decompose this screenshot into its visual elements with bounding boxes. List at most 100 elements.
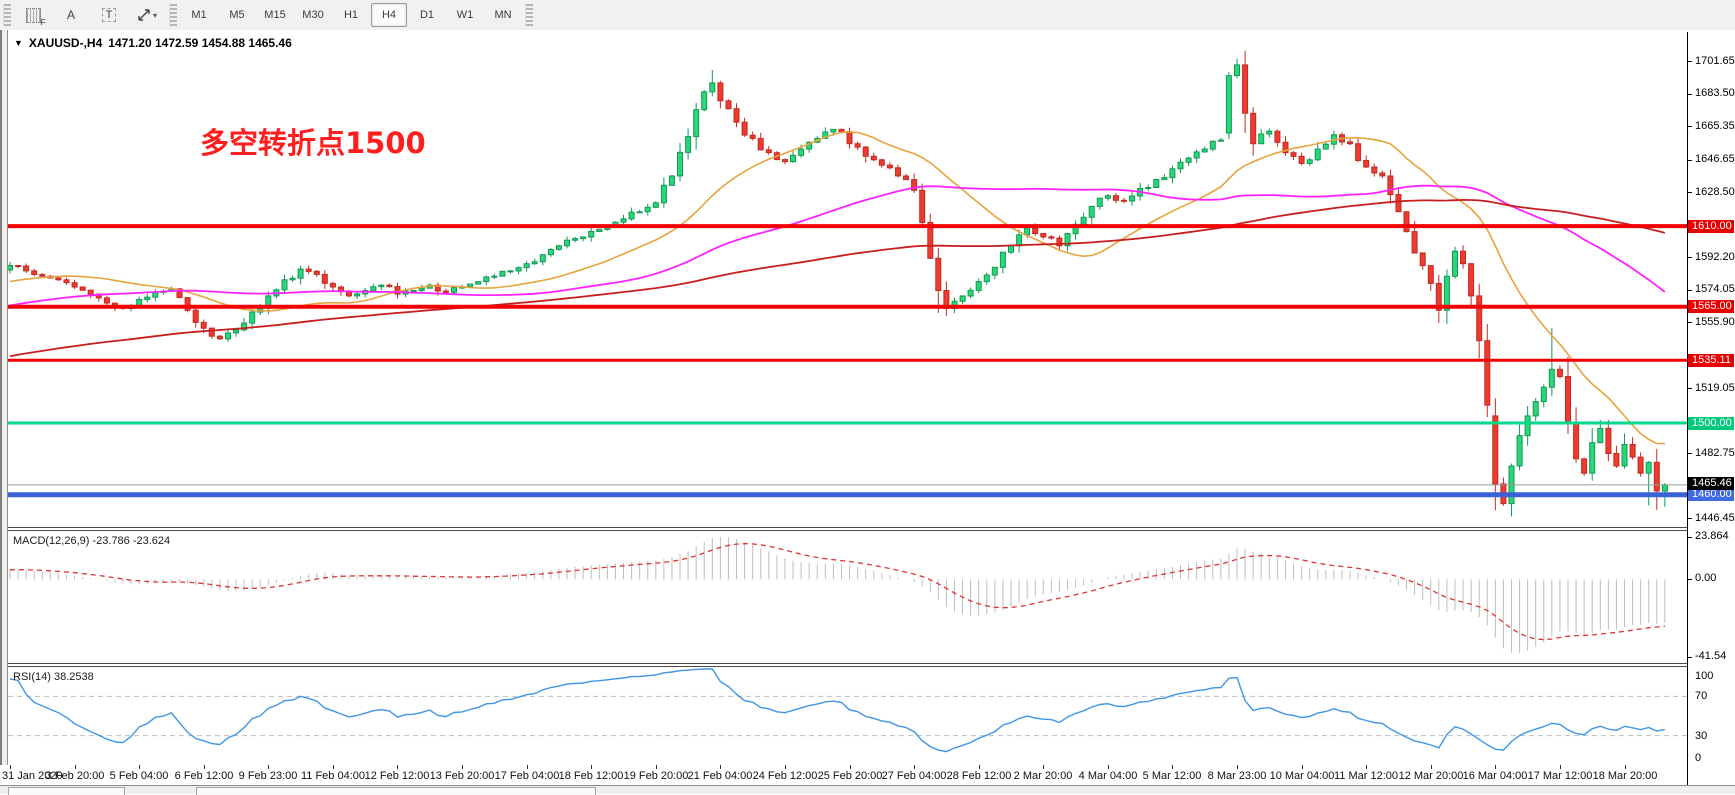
date-label: 2 Mar 20:00: [1010, 770, 1076, 782]
price-tick: [1688, 322, 1692, 323]
timeframe-button-W1[interactable]: W1: [447, 3, 483, 27]
price-tick-label: 1665.35: [1695, 120, 1735, 132]
date-label: 17 Feb 04:00: [494, 770, 560, 782]
date-label: 5 Feb 04:00: [106, 770, 172, 782]
macd-indicator-pane[interactable]: MACD(12,26,9) -23.786 -23.624: [8, 531, 1687, 663]
toolbar-grip-3[interactable]: [525, 4, 533, 26]
price-tick: [1688, 94, 1692, 95]
toolbar-grip-2[interactable]: [169, 4, 177, 26]
price-tick: [1688, 257, 1692, 258]
price-tick-label: 1646.65: [1695, 153, 1735, 165]
price-tick: [1688, 192, 1692, 193]
date-label: 9 Feb 23:00: [235, 770, 301, 782]
timeframe-button-M15[interactable]: M15: [257, 3, 293, 27]
rsi-indicator-pane[interactable]: RSI(14) 38.2538: [8, 667, 1687, 765]
date-label: 27 Feb 04:00: [881, 770, 947, 782]
price-axis[interactable]: 1701.65 1683.50 1665.35 1646.65 1628.50 …: [1688, 30, 1735, 794]
price-tick-label: 1592.20: [1695, 251, 1735, 263]
toolbar-grip[interactable]: [3, 4, 11, 26]
diagonal-arrows-icon: [137, 8, 151, 22]
date-label: 13 Feb 20:00: [429, 770, 495, 782]
price-tick: [1688, 126, 1692, 127]
date-label: 5 Mar 12:00: [1139, 770, 1205, 782]
date-tick: [1237, 765, 1238, 769]
timeframe-button-H4[interactable]: H4: [371, 3, 407, 27]
date-tick: [591, 765, 592, 769]
macd-chart[interactable]: [8, 531, 1687, 663]
window-left-frame: [0, 30, 8, 794]
date-tick: [204, 765, 205, 769]
date-tick: [139, 765, 140, 769]
date-tick: [1108, 765, 1109, 769]
price-tick: [1688, 518, 1692, 519]
time-axis[interactable]: 31 Jan 20203 Feb 20:005 Feb 04:006 Feb 1…: [0, 765, 1687, 785]
date-tick: [1172, 765, 1173, 769]
rsi-axis-label: 100: [1695, 670, 1713, 682]
price-tick-label: 1446.45: [1695, 512, 1735, 524]
macd-tick: [1688, 537, 1692, 538]
timeframe-button-M5[interactable]: M5: [219, 3, 255, 27]
date-tick: [268, 765, 269, 769]
date-tick: [1625, 765, 1626, 769]
price-tick: [1688, 453, 1692, 454]
date-label: 8 Mar 23:00: [1204, 770, 1270, 782]
pane-separator[interactable]: [8, 527, 1687, 528]
timeframe-button-M30[interactable]: M30: [295, 3, 331, 27]
current-price-label: 1465.46: [1688, 477, 1734, 490]
date-label: 25 Feb 20:00: [817, 770, 883, 782]
rsi-axis-label: 70: [1695, 690, 1707, 702]
macd-axis-label: -41.54: [1695, 650, 1726, 662]
price-tick-label: 1519.05: [1695, 382, 1735, 394]
timeframe-button-group: M1M5M15M30H1H4D1W1MN: [180, 3, 522, 27]
date-label: 12 Feb 12:00: [364, 770, 430, 782]
date-tick: [397, 765, 398, 769]
symbol-period-label: XAUUSD-,H4: [29, 36, 102, 50]
date-tick: [720, 765, 721, 769]
text-label-icon[interactable]: A: [53, 3, 89, 27]
date-label: 10 Mar 04:00: [1269, 770, 1335, 782]
pane-separator[interactable]: [8, 663, 1687, 664]
rsi-label: RSI(14) 38.2538: [13, 671, 94, 683]
price-tick-label: 1628.50: [1695, 186, 1735, 198]
date-tick: [979, 765, 980, 769]
date-tick: [1302, 765, 1303, 769]
period-grid-icon[interactable]: F: [15, 3, 51, 27]
rsi-axis-label: 30: [1695, 730, 1707, 742]
date-label: 6 Feb 12:00: [171, 770, 237, 782]
date-tick: [1495, 765, 1496, 769]
date-label: 16 Mar 04:00: [1462, 770, 1528, 782]
date-tick: [850, 765, 851, 769]
timeframe-button-H1[interactable]: H1: [333, 3, 369, 27]
date-label: 12 Mar 20:00: [1398, 770, 1464, 782]
arrows-tool-icon[interactable]: ▾: [129, 3, 165, 27]
date-label: 19 Feb 20:00: [623, 770, 689, 782]
date-label: 21 Feb 04:00: [687, 770, 753, 782]
collapse-icon[interactable]: ▼: [14, 38, 23, 48]
price-tick-label: 1683.50: [1695, 87, 1735, 99]
price-tick: [1688, 388, 1692, 389]
date-label: 24 Feb 12:00: [752, 770, 818, 782]
timeframe-button-MN[interactable]: MN: [485, 3, 521, 27]
timeframe-button-D1[interactable]: D1: [409, 3, 445, 27]
date-tick: [1560, 765, 1561, 769]
ohlc-values: 1471.20 1472.59 1454.88 1465.46: [108, 36, 292, 50]
chart-tabs-strip: [0, 785, 1735, 794]
price-tick-label: 1482.75: [1695, 447, 1735, 459]
candlestick-chart[interactable]: [8, 32, 1687, 527]
date-tick: [527, 765, 528, 769]
top-toolbar: F A T ▾ M1M5M15M30H1H4D1W1MN: [0, 0, 1735, 31]
dropdown-caret-icon: ▾: [153, 11, 157, 20]
date-tick: [10, 765, 11, 769]
date-label: 3 Feb 20:00: [42, 770, 108, 782]
date-label: 11 Mar 12:00: [1333, 770, 1399, 782]
text-box-icon[interactable]: T: [91, 3, 127, 27]
timeframe-button-M1[interactable]: M1: [181, 3, 217, 27]
macd-tick: [1688, 657, 1692, 658]
price-chart-pane[interactable]: ▼ XAUUSD-,H4 1471.20 1472.59 1454.88 146…: [8, 32, 1687, 527]
date-tick: [914, 765, 915, 769]
hline-price-label: 1500.00: [1688, 417, 1734, 430]
date-tick: [462, 765, 463, 769]
rsi-chart[interactable]: [8, 667, 1687, 765]
price-tick-label: 1555.90: [1695, 316, 1735, 328]
hline-price-label: 1610.00: [1688, 220, 1734, 233]
